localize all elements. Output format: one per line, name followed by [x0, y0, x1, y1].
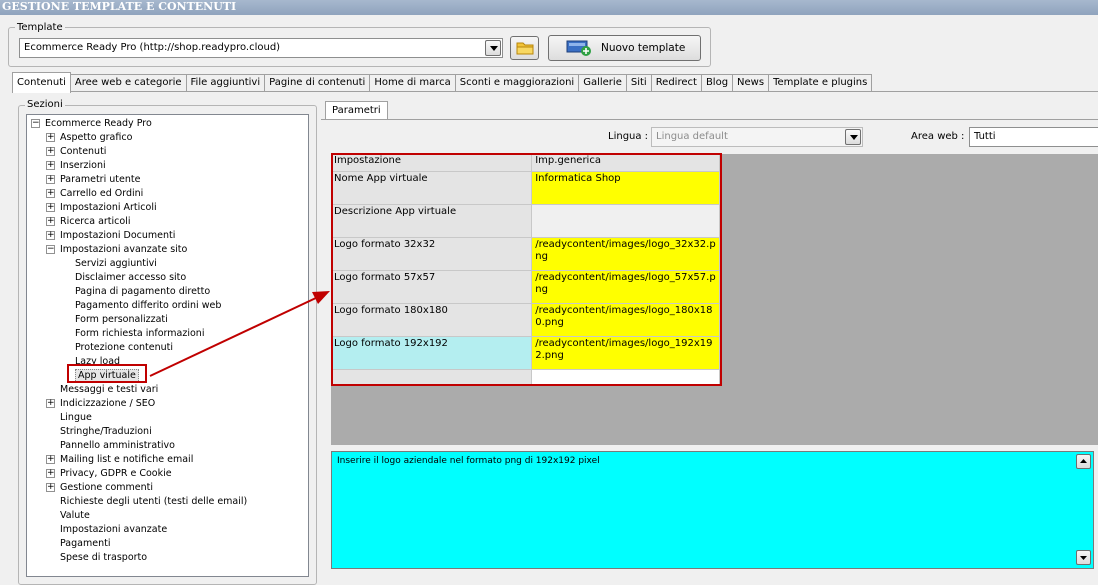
tab-pagine-contenuti[interactable]: Pagine di contenuti — [264, 74, 371, 92]
tab-sconti[interactable]: Sconti e maggiorazioni — [454, 74, 580, 92]
tab-blog[interactable]: Blog — [700, 74, 734, 92]
tree-item-label: Protezione contenuti — [75, 342, 173, 353]
tree-item-label: Servizi aggiuntivi — [75, 258, 157, 269]
tree-item-label: Indicizzazione / SEO — [60, 398, 156, 409]
folder-icon — [516, 42, 534, 55]
tab-divider — [12, 91, 1098, 92]
tab-contenuti[interactable]: Contenuti — [12, 72, 71, 93]
area-label: Area web : — [911, 131, 965, 142]
new-template-button[interactable]: Nuovo template — [548, 35, 701, 61]
tree-item-label: Mailing list e notifiche email — [60, 454, 194, 465]
expand-icon[interactable]: + — [46, 217, 55, 226]
scroll-up-icon — [1080, 459, 1087, 463]
tree-item-label: Impostazioni avanzate sito — [60, 244, 188, 255]
tree-item-label: Aspetto grafico — [60, 132, 133, 143]
expand-icon[interactable]: + — [46, 231, 55, 240]
language-label: Lingua : — [608, 131, 649, 142]
expand-icon[interactable]: + — [46, 161, 55, 170]
tab-file-aggiuntivi[interactable]: File aggiuntivi — [185, 74, 266, 92]
tree-item-label: Parametri utente — [60, 174, 141, 185]
expand-icon[interactable]: + — [46, 133, 55, 142]
expand-icon[interactable]: + — [46, 189, 55, 198]
tree-item-label: Gestione commenti — [60, 482, 153, 493]
tree-item-label: Form personalizzati — [75, 314, 168, 325]
tree-item-label: Pagamento differito ordini web — [75, 300, 222, 311]
scroll-down-button[interactable] — [1076, 550, 1091, 565]
description-text: Inserire il logo aziendale nel formato p… — [337, 456, 600, 466]
tree-item-label: Form richiesta informazioni — [75, 328, 205, 339]
tree-item-label: Pagina di pagamento diretto — [75, 286, 211, 297]
tree-item-label: Stringhe/Traduzioni — [60, 426, 152, 437]
main-tabs: Contenuti Aree web e categorie File aggi… — [12, 72, 873, 93]
tree-item-label: Valute — [60, 510, 90, 521]
tab-siti[interactable]: Siti — [625, 74, 652, 92]
tree-item-label: Contenuti — [60, 146, 107, 157]
sections-tree[interactable]: − Ecommerce Ready Pro + Aspetto grafico + C… — [26, 114, 309, 577]
area-select[interactable]: Tutti — [969, 127, 1098, 147]
expand-icon[interactable]: + — [46, 203, 55, 212]
language-select[interactable]: Lingua default — [651, 127, 863, 147]
window-title: GESTIONE TEMPLATE E CONTENUTI — [0, 0, 1098, 15]
tree-item-label: Inserzioni — [60, 160, 106, 171]
tree-item-label: Lingue — [60, 412, 92, 423]
tab-redirect[interactable]: Redirect — [650, 74, 702, 92]
params-divider — [321, 119, 1098, 120]
tree-item-label: Richieste degli utenti (testi delle emai… — [60, 496, 248, 507]
tree-item-label: Messaggi e testi vari — [60, 384, 159, 395]
chevron-down-icon[interactable] — [845, 129, 861, 145]
sections-legend: Sezioni — [25, 99, 65, 110]
scroll-down-icon — [1080, 556, 1087, 560]
expand-icon[interactable]: + — [46, 147, 55, 156]
tree-item-label: Impostazioni Documenti — [60, 230, 176, 241]
template-select-value: Ecommerce Ready Pro (http://shop.readypr… — [24, 42, 281, 53]
annotation-box-grid — [331, 153, 722, 386]
tree-item-label: Impostazioni avanzate — [60, 524, 168, 535]
tree-item-label: Ricerca articoli — [60, 216, 131, 227]
tree-root-label: Ecommerce Ready Pro — [45, 118, 152, 129]
tab-news[interactable]: News — [732, 74, 770, 92]
collapse-icon[interactable]: − — [31, 119, 40, 128]
expand-icon[interactable]: + — [46, 483, 55, 492]
tab-parametri[interactable]: Parametri — [325, 101, 388, 119]
tab-gallerie[interactable]: Gallerie — [578, 74, 627, 92]
tab-template-plugins[interactable]: Template e plugins — [768, 74, 873, 92]
area-select-value: Tutti — [974, 131, 996, 142]
expand-icon[interactable]: + — [46, 455, 55, 464]
template-select[interactable]: Ecommerce Ready Pro (http://shop.readypr… — [19, 38, 503, 58]
expand-icon[interactable]: + — [46, 175, 55, 184]
annotation-box-tree — [67, 364, 147, 383]
collapse-icon[interactable]: − — [46, 245, 55, 254]
template-legend: Template — [15, 22, 65, 33]
tree-item-label: Spese di trasporto — [60, 552, 148, 563]
language-select-value: Lingua default — [656, 131, 728, 142]
tree-item-label: Privacy, GDPR e Cookie — [60, 468, 172, 479]
add-template-icon — [566, 40, 591, 56]
tab-aree-web[interactable]: Aree web e categorie — [69, 74, 187, 92]
tree-item-label: Pagamenti — [60, 538, 111, 549]
expand-icon[interactable]: + — [46, 469, 55, 478]
tree-item-label: Impostazioni Articoli — [60, 202, 157, 213]
chevron-down-icon[interactable] — [485, 40, 501, 56]
tree-item-label: Disclaimer accesso sito — [75, 272, 187, 283]
open-folder-button[interactable] — [510, 36, 539, 60]
tree-item-label: Pannello amministrativo — [60, 440, 175, 451]
tree-item-label: Carrello ed Ordini — [60, 188, 144, 199]
new-template-label: Nuovo template — [601, 42, 686, 54]
scroll-up-button[interactable] — [1076, 454, 1091, 469]
expand-icon[interactable]: + — [46, 399, 55, 408]
description-box[interactable]: Inserire il logo aziendale nel formato p… — [331, 451, 1094, 569]
tab-home-marca[interactable]: Home di marca — [369, 74, 456, 92]
